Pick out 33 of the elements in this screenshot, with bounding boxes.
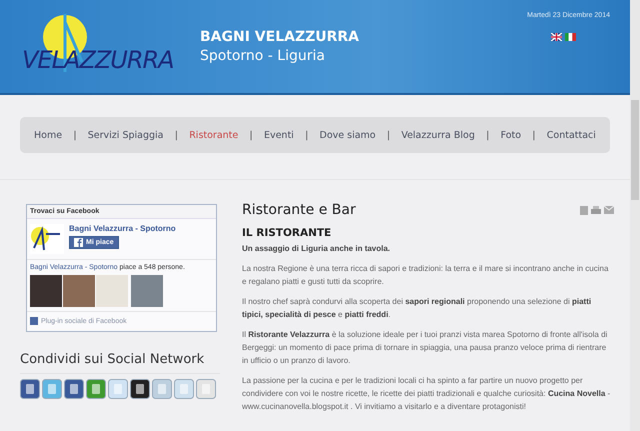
nav-separator: | (73, 130, 77, 140)
nav-separator: | (486, 130, 490, 140)
nav-separator: | (305, 130, 308, 140)
nav-separator: | (250, 130, 253, 140)
site-subtitle: Spotorno - Liguria (200, 46, 326, 66)
nav-link[interactable]: Home (34, 130, 62, 140)
nav-separator: | (386, 130, 390, 140)
paragraph: La passione per la cucina e per le tradizioni locali ci ha spinto a far partire un nuovo progetto per condividere con voi le nostre ricette, le ricette dei piatti tradizionali e qualche curiosità: Cucina Novella - www.cucinanovella.blogspot.it . Vi invitiamo a visitarlo e a diventare protagonisti! (242, 375, 612, 413)
paragraph: Il nostro chef saprà condurvi alla scoperta dei sapori regionali proponendo una selezione di piatti tipici, specialità di pesce e piatti freddi. (242, 296, 592, 321)
nav-link[interactable]: Eventi (264, 130, 294, 140)
nav-link[interactable]: Velazzurra Blog (401, 130, 475, 140)
section-heading: IL RISTORANTE (242, 227, 332, 240)
paragraph: La nostra Regione è una terra ricca di sapori e tradizioni: la terra e il mare si incontrano anche in cucina e regalano piatti e gusti tutti da scoprire. (242, 263, 610, 288)
section-title: Condividi sui Social Network (20, 352, 220, 374)
scrollbar[interactable] (630, 0, 640, 431)
nav-separator: | (532, 130, 536, 140)
article-title: Ristorante e Bar (242, 204, 356, 217)
nav-link[interactable]: Dove siamo (320, 130, 376, 140)
nav-separator: | (174, 130, 178, 140)
paragraph: Il Ristorante Velazzurra è la soluzione ideale per i tuoi pranzi vista marea Spotorno di fronte all'isola di Bergeggi: un momento di pace prima di tornare in spiaggia, una pausa pranzo veloce prima di rientrare in ufficio o un pranzo di lavoro. (242, 329, 608, 367)
photo-placeholder (30, 275, 62, 307)
photo-placeholder (63, 275, 95, 307)
page-name-link[interactable]: Bagni Velazzurra - Spotorno (69, 224, 176, 233)
nav-link[interactable]: Contattaci (546, 130, 596, 140)
lead-text: Un assaggio di Liguria anche in tavola. (242, 243, 392, 255)
nav-link[interactable]: Foto (500, 130, 522, 140)
nav-link[interactable]: Servizi Spiaggia (88, 130, 164, 140)
photo-placeholder (131, 275, 163, 307)
site-title: BAGNI VELAZZURRA (200, 28, 360, 46)
uk-flag-icon[interactable] (551, 33, 562, 41)
nav-link[interactable]: Ristorante (189, 130, 238, 140)
photo-placeholder (96, 275, 128, 307)
italy-flag-icon[interactable] (565, 33, 576, 41)
